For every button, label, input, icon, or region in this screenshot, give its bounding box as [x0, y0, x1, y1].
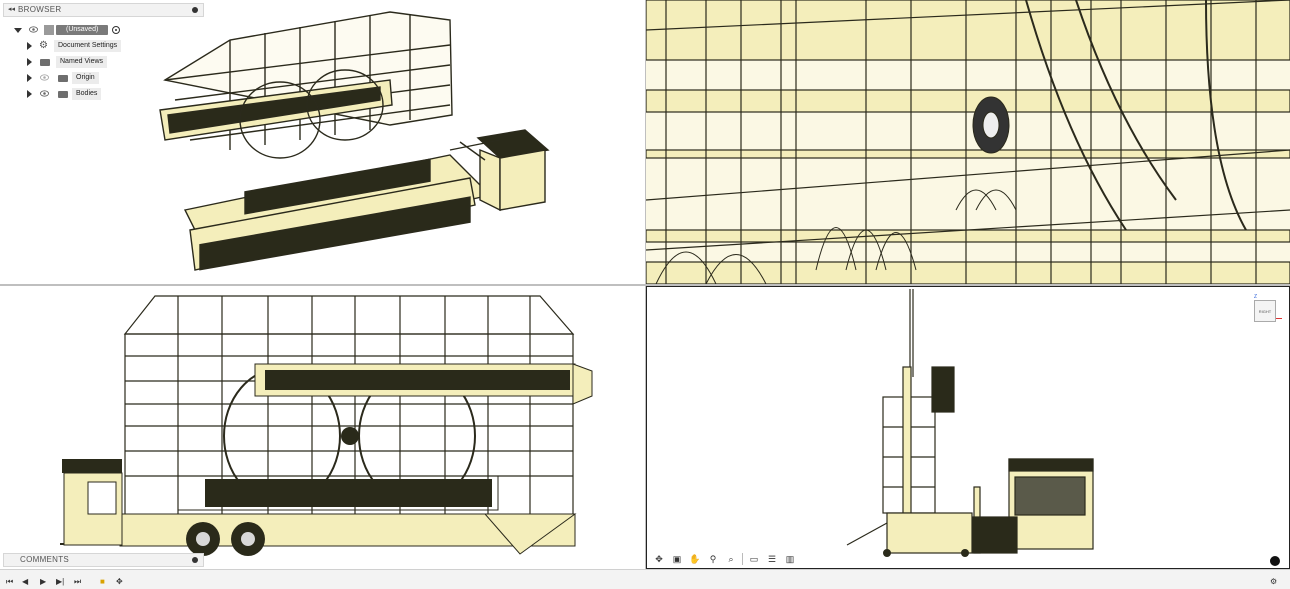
timeline-bar: ⏮ ◀ ▶ ▶| ⏭ ■ ✥ ⚙ [0, 569, 1290, 589]
look-at-icon[interactable]: ▣ [670, 553, 684, 565]
model-closeup-view [646, 0, 1290, 284]
browser-item-named-views[interactable]: Named Views [26, 56, 206, 68]
comments-panel-header[interactable]: COMMENTS [3, 553, 204, 567]
timeline-marker-icon[interactable]: ✥ [116, 577, 123, 586]
previous-icon[interactable]: ◀ [22, 577, 28, 586]
gear-icon: ⚙ [39, 40, 48, 51]
browser-item-bodies[interactable]: Bodies [26, 88, 206, 100]
model-front-view [60, 295, 593, 556]
status-logo-icon [1270, 556, 1280, 566]
fit-icon[interactable]: ⌕ [724, 553, 738, 565]
viewcube[interactable]: RIGHT [1254, 300, 1276, 322]
visibility-eye-icon[interactable] [40, 74, 49, 81]
browser-item-document-settings[interactable]: ⚙ Document Settings [26, 40, 206, 52]
timeline-settings-gear-icon[interactable]: ⚙ [1270, 577, 1277, 586]
viewport-top-right[interactable] [646, 0, 1290, 284]
expand-triangle-icon[interactable] [27, 42, 32, 50]
navigation-bar: ✥ ▣ ✋ ⚲ ⌕ ▭ ☰ ▥ [652, 551, 797, 567]
next-icon[interactable]: ▶| [56, 577, 64, 586]
browser-item-origin[interactable]: Origin [26, 72, 206, 84]
comments-title: COMMENTS [20, 555, 70, 564]
visibility-eye-icon[interactable] [29, 26, 38, 33]
folder-icon [40, 59, 50, 66]
pan-icon[interactable]: ✋ [688, 553, 702, 565]
zoom-icon[interactable]: ⚲ [706, 553, 720, 565]
model-side-view [846, 289, 1094, 557]
collapse-triangle-icon[interactable] [14, 28, 22, 33]
orbit-icon[interactable]: ✥ [652, 553, 666, 565]
timeline-feature-icon[interactable]: ■ [100, 577, 105, 586]
browser-title: BROWSER [18, 5, 62, 14]
panel-options-icon[interactable] [192, 7, 198, 13]
grid-icon[interactable]: ☰ [765, 553, 779, 565]
play-icon[interactable]: ▶ [40, 577, 46, 586]
expand-triangle-icon[interactable] [27, 74, 32, 82]
document-icon [44, 25, 54, 35]
folder-icon [58, 91, 68, 98]
viewports-icon[interactable]: ▥ [783, 553, 797, 565]
toolbar-separator [742, 553, 743, 565]
browser-item-label: Named Views [56, 56, 108, 68]
viewport-divider-vertical[interactable] [645, 0, 646, 569]
root-component-label[interactable]: (Unsaved) [56, 25, 109, 35]
browser-item-label: Document Settings [54, 40, 122, 52]
browser-item-label: Bodies [72, 88, 102, 100]
expand-triangle-icon[interactable] [27, 58, 32, 66]
visibility-eye-icon[interactable] [40, 90, 49, 97]
add-comment-icon[interactable] [192, 557, 198, 563]
active-radio-icon[interactable] [112, 26, 120, 34]
viewport-bottom-right[interactable] [646, 286, 1290, 569]
browser-panel-header[interactable]: ◂◂ BROWSER [3, 3, 204, 17]
collapse-arrow-icon[interactable]: ◂◂ [8, 4, 15, 16]
last-icon[interactable]: ⏭ [74, 577, 81, 587]
display-settings-icon[interactable]: ▭ [747, 553, 761, 565]
viewport-bottom-left[interactable] [0, 286, 645, 569]
folder-icon [58, 75, 68, 82]
first-icon[interactable]: ⏮ [6, 577, 13, 587]
browser-item-label: Origin [72, 72, 99, 84]
expand-triangle-icon[interactable] [27, 90, 32, 98]
viewcube-face-label: RIGHT [1258, 309, 1272, 314]
viewcube-axis-x [1276, 318, 1282, 319]
browser-root-row[interactable]: (Unsaved) [12, 24, 212, 36]
